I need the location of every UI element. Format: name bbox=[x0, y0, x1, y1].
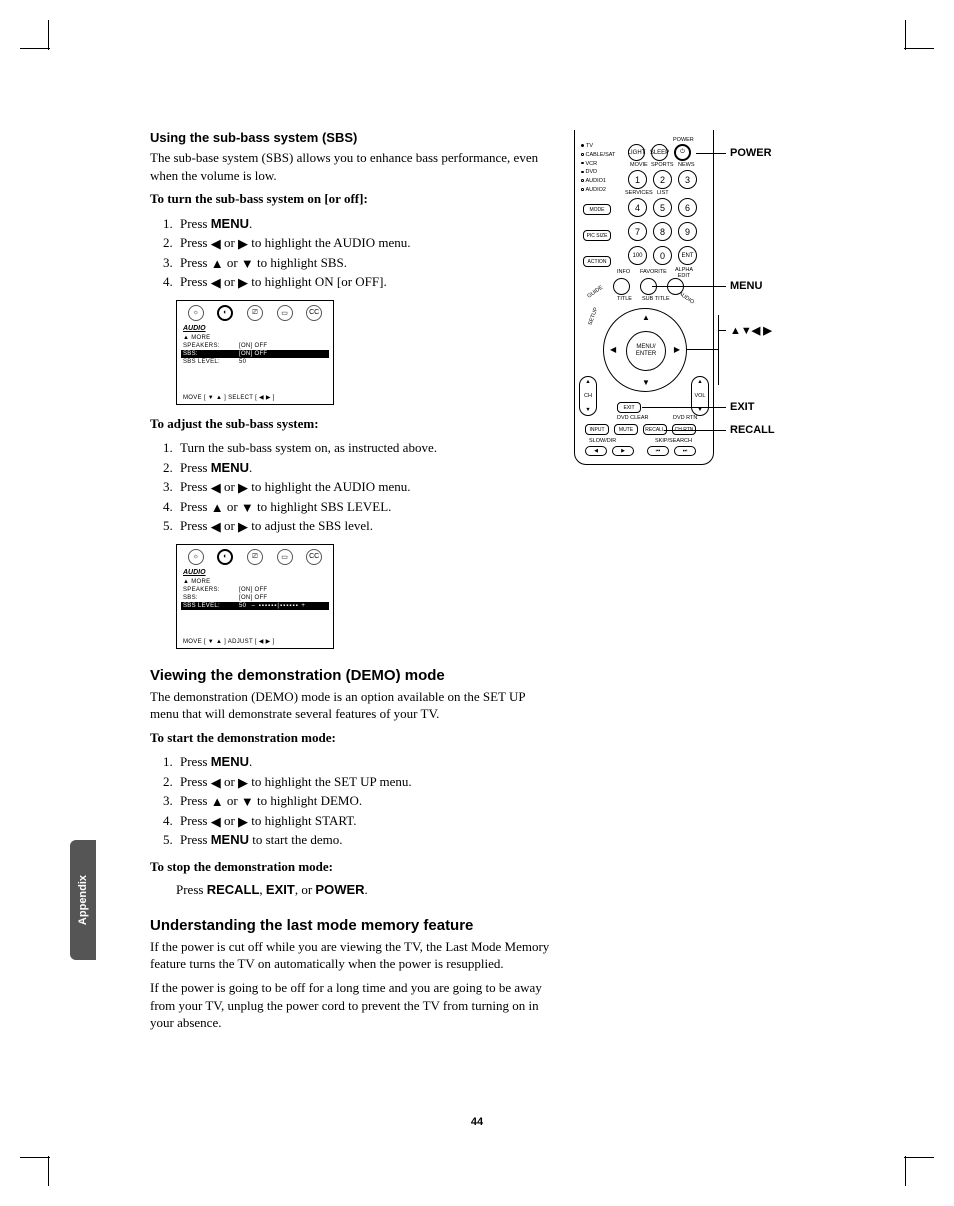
sbs-adjust-lead: To adjust the sub-bass system: bbox=[150, 415, 555, 433]
callout-menu: MENU bbox=[730, 280, 762, 292]
crop-mark bbox=[48, 1156, 49, 1186]
osd-icon: ▭ bbox=[277, 549, 293, 565]
crop-mark bbox=[905, 1156, 906, 1186]
sbs-steps-on: Press MENU. Press ◀ or ▶ to highlight th… bbox=[176, 214, 555, 292]
remote-btn-exit: EXIT bbox=[617, 402, 641, 413]
demo-stop-instruction: Press RECALL, EXIT, or POWER. bbox=[176, 881, 555, 899]
remote-btn-vol: ▲VOL▼ bbox=[691, 376, 709, 416]
osd-icon: ▭ bbox=[277, 305, 293, 321]
sbs-turn-on-lead: To turn the sub-bass system on [or off]: bbox=[150, 190, 555, 208]
remote-dpad: MENU/ ENTER ▲ ▼ ◀ ▶ bbox=[603, 308, 687, 392]
osd-menu-sbs-level: ☼ ◐ ⎚ ▭ CC AUDIO ▲ MORE SPEAKERS:[ON] OF… bbox=[176, 544, 334, 649]
remote-btn-info bbox=[613, 278, 630, 295]
crop-mark bbox=[904, 48, 934, 49]
remote-btn-light: LIGHT bbox=[628, 144, 645, 161]
callout-exit: EXIT bbox=[730, 401, 754, 413]
remote-btn-menu-enter: MENU/ ENTER bbox=[626, 331, 666, 371]
lastmode-p1: If the power is cut off while you are vi… bbox=[150, 938, 555, 973]
lastmode-p2: If the power is going to be off for a lo… bbox=[150, 979, 555, 1032]
callout-power: POWER bbox=[730, 147, 772, 159]
remote-btn-2: 2 bbox=[653, 170, 672, 189]
remote-btn-100: 100 bbox=[628, 246, 647, 265]
osd-row-selected: SBS LEVEL:50 – ▪▪▪▪▪▪|▪▪▪▪▪▪ + bbox=[181, 602, 329, 610]
heading-lastmode: Understanding the last mode memory featu… bbox=[150, 917, 555, 934]
heading-sbs: Using the sub-bass system (SBS) bbox=[150, 130, 555, 145]
sbs-intro: The sub-base system (SBS) allows you to … bbox=[150, 149, 555, 184]
crop-mark bbox=[905, 20, 906, 50]
side-tab-appendix: Appendix bbox=[70, 840, 96, 960]
remote-btn-mode: MODE bbox=[583, 204, 611, 215]
remote-diagram: TV CABLE/SAT VCR DVD AUDIO1 AUDIO2 POWER… bbox=[574, 130, 804, 470]
osd-icon: ⎚ bbox=[247, 549, 263, 565]
callout-recall: RECALL bbox=[730, 424, 775, 436]
osd-menu-sbs: ☼ ◐ ⎚ ▭ CC AUDIO ▲ MORE SPEAKERS:[ON] OF… bbox=[176, 300, 334, 405]
remote-btn-skipback: ⏮ bbox=[647, 446, 669, 456]
osd-icon: CC bbox=[306, 549, 322, 565]
remote-btn-input: INPUT bbox=[585, 424, 609, 435]
remote-mode-list: TV CABLE/SAT VCR DVD AUDIO1 AUDIO2 bbox=[581, 142, 615, 195]
osd-icon-audio: ◐ bbox=[217, 305, 233, 321]
remote-btn-picsize: PIC SIZE bbox=[583, 230, 611, 241]
osd-icon: ☼ bbox=[188, 305, 204, 321]
demo-stop-lead: To stop the demonstration mode: bbox=[150, 858, 555, 876]
osd-icon-audio: ◐ bbox=[217, 549, 233, 565]
remote-btn-5: 5 bbox=[653, 198, 672, 217]
remote-btn-play: ▶ bbox=[612, 446, 634, 456]
remote-btn-3: 3 bbox=[678, 170, 697, 189]
demo-steps: Press MENU. Press ◀ or ▶ to highlight th… bbox=[176, 752, 555, 850]
remote-btn-power: ⏻ bbox=[674, 144, 691, 161]
remote-btn-8: 8 bbox=[653, 222, 672, 241]
crop-mark bbox=[20, 1157, 50, 1158]
remote-btn-mute: MUTE bbox=[614, 424, 638, 435]
demo-start-lead: To start the demonstration mode: bbox=[150, 729, 555, 747]
remote-btn-9: 9 bbox=[678, 222, 697, 241]
osd-title: AUDIO bbox=[183, 325, 333, 332]
remote-btn-ch: ▲CH▼ bbox=[579, 376, 597, 416]
demo-intro: The demonstration (DEMO) mode is an opti… bbox=[150, 688, 555, 723]
remote-btn-1: 1 bbox=[628, 170, 647, 189]
heading-demo: Viewing the demonstration (DEMO) mode bbox=[150, 667, 555, 684]
remote-btn-skipfwd: ⏭ bbox=[674, 446, 696, 456]
remote-btn-sleep: SLEEP bbox=[651, 144, 668, 161]
remote-btn-6: 6 bbox=[678, 198, 697, 217]
osd-icon: CC bbox=[306, 305, 322, 321]
osd-icon: ☼ bbox=[188, 549, 204, 565]
remote-btn-4: 4 bbox=[628, 198, 647, 217]
remote-btn-action: ACTION bbox=[583, 256, 611, 267]
crop-mark bbox=[48, 20, 49, 50]
crop-mark bbox=[20, 48, 50, 49]
page-number: 44 bbox=[0, 1116, 954, 1128]
remote-btn-rew: ◀ bbox=[585, 446, 607, 456]
osd-title: AUDIO bbox=[183, 569, 333, 576]
remote-btn-0: 0 bbox=[653, 246, 672, 265]
osd-row-selected: SBS:[ON] OFF bbox=[181, 350, 329, 358]
remote-btn-7: 7 bbox=[628, 222, 647, 241]
sbs-steps-adjust: Turn the sub-bass system on, as instruct… bbox=[176, 438, 555, 536]
crop-mark bbox=[904, 1157, 934, 1158]
osd-footer: MOVE [ ▼ ▲ ] ADJUST [ ◀ ▶ ] bbox=[183, 638, 274, 645]
osd-footer: MOVE [ ▼ ▲ ] SELECT [ ◀ ▶ ] bbox=[183, 394, 275, 401]
osd-icon: ⎚ bbox=[247, 305, 263, 321]
remote-btn-ent: ENT bbox=[678, 246, 697, 265]
callout-arrows: ▲▼◀ ▶ bbox=[730, 324, 772, 337]
